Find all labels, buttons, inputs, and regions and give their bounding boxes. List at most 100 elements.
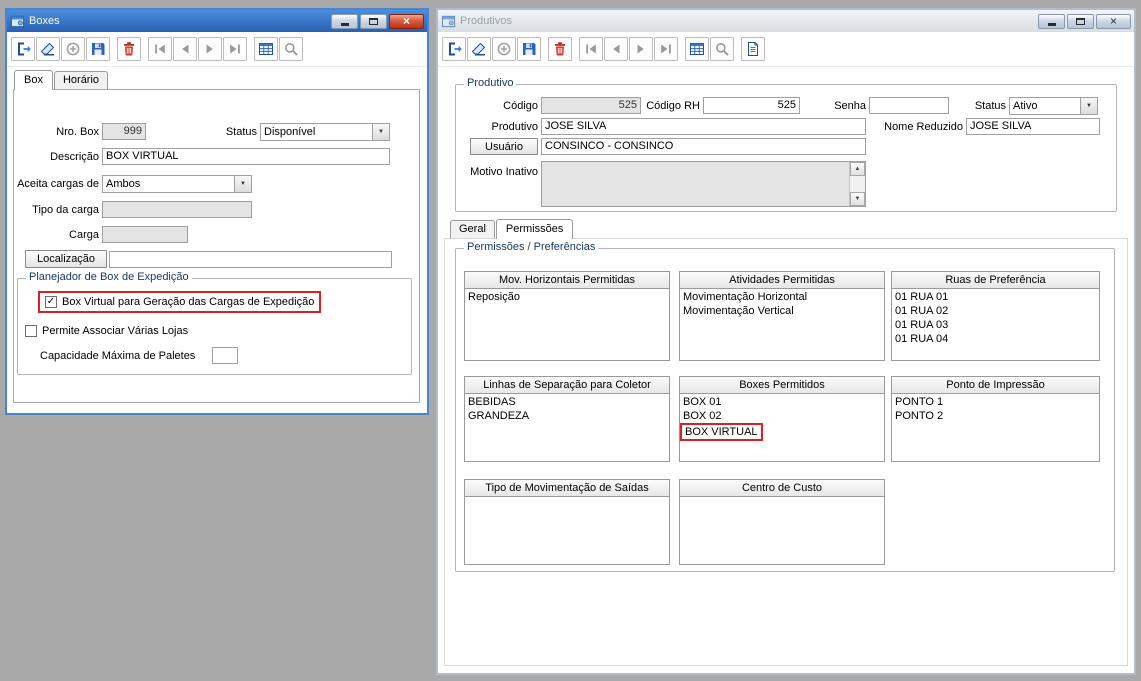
tab-box[interactable]: Box <box>14 70 53 90</box>
usuario-field[interactable]: CONSINCO - CONSINCO <box>541 138 866 155</box>
close-button[interactable]: × <box>389 13 424 29</box>
chevron-down-icon[interactable]: ▼ <box>1080 98 1097 114</box>
list-item[interactable]: BOX 01 <box>683 395 881 409</box>
list-item[interactable]: 01 RUA 04 <box>895 332 1096 346</box>
descricao-field[interactable]: BOX VIRTUAL <box>102 148 390 165</box>
add-button[interactable] <box>492 37 516 61</box>
grid-button[interactable] <box>254 37 278 61</box>
list-item[interactable]: Movimentação Vertical <box>683 304 881 318</box>
panel-header-mov-horizontais[interactable]: Mov. Horizontais Permitidas <box>464 271 670 289</box>
next-record-button[interactable] <box>629 37 653 61</box>
list-item[interactable]: 01 RUA 01 <box>895 290 1096 304</box>
status-dropdown[interactable]: Ativo ▼ <box>1009 97 1098 115</box>
capacidade-field[interactable] <box>212 347 238 364</box>
list-item[interactable]: BOX 02 <box>683 409 881 423</box>
list-item[interactable]: Movimentação Horizontal <box>683 290 881 304</box>
boxes-tabs: Box Horário <box>14 70 109 90</box>
save-icon <box>92 43 105 55</box>
search-button[interactable] <box>710 37 734 61</box>
minimize-icon <box>340 22 349 26</box>
previous-record-button[interactable] <box>604 37 628 61</box>
panel-header-ponto-impressao[interactable]: Ponto de Impressão <box>891 376 1100 394</box>
tab-geral[interactable]: Geral <box>450 220 495 238</box>
exit-button[interactable] <box>11 37 35 61</box>
panel-header-boxes-permitidos[interactable]: Boxes Permitidos <box>679 376 885 394</box>
delete-button[interactable] <box>548 37 572 61</box>
list-item[interactable]: GRANDEZA <box>468 409 666 423</box>
localizacao-field[interactable] <box>109 251 392 268</box>
save-button[interactable] <box>517 37 541 61</box>
chevron-down-icon[interactable]: ▼ <box>234 176 251 192</box>
minimize-button[interactable] <box>1038 13 1065 29</box>
grid-button[interactable] <box>685 37 709 61</box>
box-virtual-checkbox[interactable] <box>45 296 57 308</box>
last-icon <box>230 44 240 54</box>
maximize-button[interactable] <box>1067 13 1094 29</box>
last-record-button[interactable] <box>223 37 247 61</box>
add-icon <box>66 42 80 56</box>
localizacao-button[interactable]: Localização <box>25 250 107 268</box>
linhas-separacao-list[interactable]: BEBIDAS GRANDEZA <box>464 394 670 462</box>
varias-lojas-checkbox[interactable] <box>25 325 37 337</box>
add-button[interactable] <box>61 37 85 61</box>
panel-header-tipo-movimentacao[interactable]: Tipo de Movimentação de Saídas <box>464 479 670 497</box>
list-item[interactable]: PONTO 2 <box>895 409 1096 423</box>
list-item[interactable]: BEBIDAS <box>468 395 666 409</box>
centro-custo-list[interactable] <box>679 497 885 565</box>
box-virtual-checkbox-label[interactable]: Box Virtual para Geração das Cargas de E… <box>62 296 314 308</box>
last-record-button[interactable] <box>654 37 678 61</box>
list-item[interactable]: Reposição <box>468 290 666 304</box>
previous-record-button[interactable] <box>173 37 197 61</box>
tipo-movimentacao-list[interactable] <box>464 497 670 565</box>
list-item-highlighted[interactable]: BOX VIRTUAL <box>680 423 881 441</box>
first-record-button[interactable] <box>148 37 172 61</box>
boxes-titlebar[interactable]: Boxes × <box>7 10 427 32</box>
carga-label: Carga <box>69 229 99 241</box>
chevron-down-icon[interactable]: ▼ <box>372 124 389 140</box>
save-button[interactable] <box>86 37 110 61</box>
ponto-impressao-list[interactable]: PONTO 1 PONTO 2 <box>891 394 1100 462</box>
grid-icon <box>690 43 704 55</box>
varias-lojas-checkbox-label[interactable]: Permite Associar Várias Lojas <box>42 325 188 337</box>
motivo-inativo-label: Motivo Inativo <box>470 166 538 178</box>
first-record-button[interactable] <box>579 37 603 61</box>
close-button[interactable]: × <box>1096 13 1131 29</box>
boxes-permitidos-list[interactable]: BOX 01 BOX 02 BOX VIRTUAL <box>679 394 885 462</box>
produtivos-titlebar[interactable]: Produtivos × <box>438 10 1134 32</box>
codigo-rh-field[interactable]: 525 <box>703 97 800 114</box>
aceita-cargas-dropdown[interactable]: Ambos ▼ <box>102 175 252 193</box>
memo-scrollbar[interactable]: ▲ ▼ <box>849 162 865 206</box>
delete-button[interactable] <box>117 37 141 61</box>
nome-reduzido-field[interactable]: JOSE SILVA <box>966 118 1100 135</box>
maximize-button[interactable] <box>360 13 387 29</box>
scroll-up-button[interactable]: ▲ <box>850 162 865 176</box>
search-button[interactable] <box>279 37 303 61</box>
list-item[interactable]: PONTO 1 <box>895 395 1096 409</box>
tab-horario[interactable]: Horário <box>53 71 109 89</box>
panel-header-centro-custo[interactable]: Centro de Custo <box>679 479 885 497</box>
next-record-button[interactable] <box>198 37 222 61</box>
minimize-button[interactable] <box>331 13 358 29</box>
senha-field[interactable] <box>869 97 949 114</box>
panel-header-atividades[interactable]: Atividades Permitidas <box>679 271 885 289</box>
ruas-list[interactable]: 01 RUA 01 01 RUA 02 01 RUA 03 01 RUA 04 <box>891 289 1100 361</box>
first-icon <box>155 44 165 54</box>
status-dropdown[interactable]: Disponível ▼ <box>260 123 390 141</box>
panel-header-ruas[interactable]: Ruas de Preferência <box>891 271 1100 289</box>
produtivo-field[interactable]: JOSE SILVA <box>541 118 866 135</box>
nro-box-label: Nro. Box <box>56 126 99 138</box>
usuario-button[interactable]: Usuário <box>470 138 538 155</box>
exit-button[interactable] <box>442 37 466 61</box>
scroll-down-button[interactable]: ▼ <box>850 192 865 206</box>
tab-permissoes[interactable]: Permissões <box>495 219 574 239</box>
mov-horizontais-list[interactable]: Reposição <box>464 289 670 361</box>
list-item[interactable]: 01 RUA 03 <box>895 318 1096 332</box>
produtivo-groupbox: Produtivo Código 525 Código RH 525 Senha… <box>455 77 1117 212</box>
panel-header-linhas-separacao[interactable]: Linhas de Separação para Coletor <box>464 376 670 394</box>
clear-button[interactable] <box>36 37 60 61</box>
atividades-list[interactable]: Movimentação Horizontal Movimentação Ver… <box>679 289 885 361</box>
list-item[interactable]: 01 RUA 02 <box>895 304 1096 318</box>
clear-button[interactable] <box>467 37 491 61</box>
box-virtual-highlight[interactable]: BOX VIRTUAL <box>680 423 763 441</box>
report-button[interactable] <box>741 37 765 61</box>
